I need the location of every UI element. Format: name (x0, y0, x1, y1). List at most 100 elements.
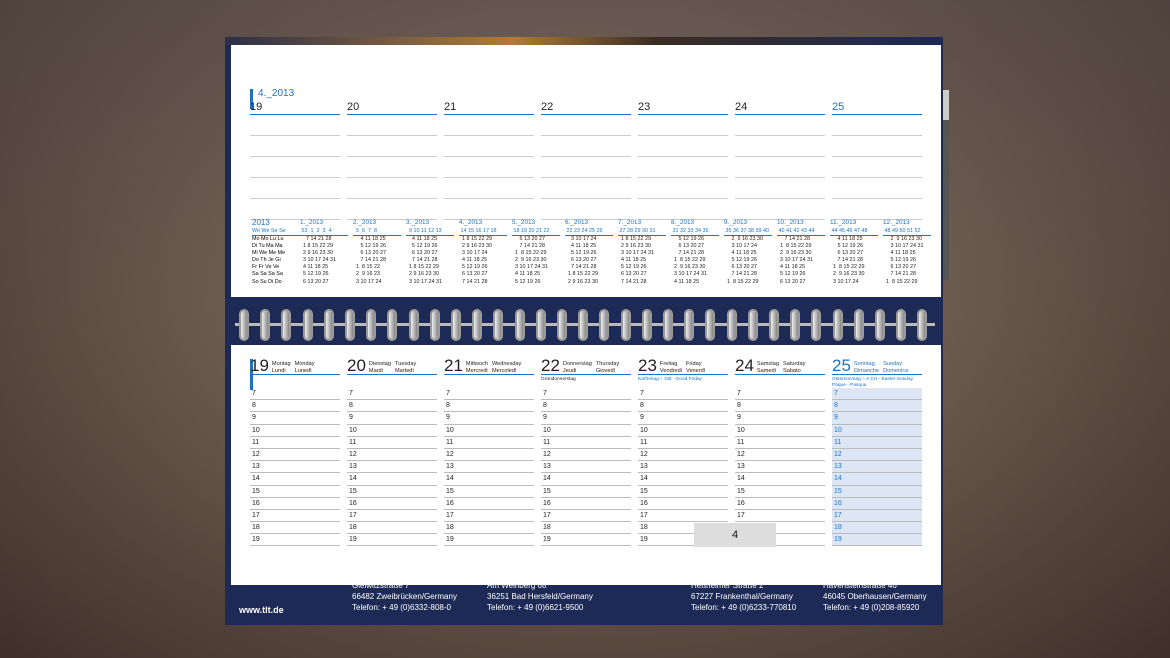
note-line[interactable] (638, 136, 728, 157)
hour-slot[interactable]: 10 (250, 425, 340, 437)
hour-slot[interactable]: 7 (638, 388, 728, 401)
hour-slot[interactable]: 9 (541, 412, 631, 425)
hour-slot[interactable]: 16 (735, 498, 825, 510)
hour-slot[interactable]: 14 (444, 473, 534, 486)
note-line[interactable] (541, 157, 631, 178)
hour-slot[interactable]: 11 (250, 437, 340, 449)
hour-slot[interactable]: 17 (541, 510, 631, 523)
hour-slot[interactable]: 8 (347, 400, 437, 413)
note-line[interactable] (832, 136, 922, 157)
hour-slot[interactable]: 9 (444, 412, 534, 425)
note-line[interactable] (638, 115, 728, 136)
note-line[interactable] (250, 157, 340, 178)
note-line[interactable] (347, 178, 437, 199)
hour-slot[interactable]: 7 (250, 388, 340, 401)
hour-slot[interactable]: 18 (347, 522, 437, 535)
hour-slot[interactable]: 14 (735, 473, 825, 486)
hour-slot[interactable]: 15 (541, 486, 631, 498)
hour-slot[interactable]: 12 (250, 449, 340, 462)
hour-slot[interactable]: 17 (250, 510, 340, 523)
hour-slot[interactable]: 10 (832, 424, 922, 437)
hour-slot[interactable]: 11 (832, 436, 922, 449)
hour-slot[interactable]: 10 (444, 425, 534, 437)
hour-slot[interactable]: 9 (735, 412, 825, 425)
note-line[interactable] (347, 199, 437, 220)
hour-slot[interactable]: 16 (250, 498, 340, 510)
hour-slot[interactable]: 19 (347, 534, 437, 547)
hour-slot[interactable]: 10 (638, 425, 728, 437)
hour-slot[interactable]: 12 (541, 449, 631, 462)
hour-slot[interactable]: 12 (444, 449, 534, 462)
hour-slot[interactable]: 7 (735, 388, 825, 401)
hour-slot[interactable]: 16 (347, 498, 437, 510)
hour-slot[interactable]: 15 (444, 486, 534, 498)
hour-slot[interactable]: 18 (541, 522, 631, 535)
hour-slot[interactable]: 9 (347, 412, 437, 425)
hour-slot[interactable]: 17 (735, 510, 825, 523)
hour-slot[interactable]: 12 (832, 448, 922, 462)
note-line[interactable] (735, 178, 825, 199)
hour-slot[interactable]: 18 (250, 522, 340, 535)
hour-slot[interactable]: 9 (250, 412, 340, 425)
hour-slot[interactable]: 13 (444, 461, 534, 474)
note-line[interactable] (444, 199, 534, 220)
note-line[interactable] (541, 136, 631, 157)
note-line[interactable] (444, 136, 534, 157)
hour-slot[interactable]: 13 (638, 461, 728, 474)
hour-slot[interactable]: 8 (735, 400, 825, 413)
note-line[interactable] (347, 157, 437, 178)
hour-slot[interactable]: 17 (444, 510, 534, 523)
hour-slot[interactable]: 11 (541, 437, 631, 449)
note-line[interactable] (735, 157, 825, 178)
note-line[interactable] (444, 157, 534, 178)
hour-slot[interactable]: 19 (250, 534, 340, 547)
note-line[interactable] (832, 199, 922, 220)
note-line[interactable] (541, 178, 631, 199)
hour-slot[interactable]: 7 (541, 388, 631, 401)
hour-slot[interactable]: 12 (735, 449, 825, 462)
hour-slot[interactable]: 7 (832, 388, 922, 401)
note-line[interactable] (250, 136, 340, 157)
hour-slot[interactable]: 9 (832, 412, 922, 425)
note-line[interactable] (735, 199, 825, 220)
hour-slot[interactable]: 11 (735, 437, 825, 449)
hour-slot[interactable]: 8 (250, 400, 340, 413)
hour-slot[interactable]: 17 (832, 509, 922, 523)
hour-slot[interactable]: 10 (541, 425, 631, 437)
note-line[interactable] (444, 115, 534, 136)
note-line[interactable] (638, 178, 728, 199)
hour-slot[interactable]: 17 (638, 510, 728, 523)
hour-slot[interactable]: 8 (832, 400, 922, 413)
hour-slot[interactable]: 18 (832, 522, 922, 535)
note-line[interactable] (541, 199, 631, 220)
hour-slot[interactable]: 16 (832, 497, 922, 510)
hour-slot[interactable]: 17 (347, 510, 437, 523)
hour-slot[interactable]: 13 (832, 461, 922, 474)
website-link[interactable]: www.tlt.de (239, 605, 284, 615)
hour-slot[interactable]: 13 (735, 461, 825, 474)
hour-slot[interactable]: 10 (735, 425, 825, 437)
hour-slot[interactable]: 14 (638, 473, 728, 486)
hour-slot[interactable]: 11 (638, 437, 728, 449)
hour-slot[interactable]: 14 (347, 473, 437, 486)
note-line[interactable] (347, 136, 437, 157)
hour-slot[interactable]: 13 (250, 461, 340, 474)
hour-slot[interactable]: 19 (832, 534, 922, 547)
hour-slot[interactable]: 15 (832, 485, 922, 498)
note-line[interactable] (250, 178, 340, 199)
hour-slot[interactable]: 15 (735, 486, 825, 498)
hour-slot[interactable]: 8 (541, 400, 631, 413)
hour-slot[interactable]: 10 (347, 425, 437, 437)
note-line[interactable] (832, 178, 922, 199)
hour-slot[interactable]: 19 (444, 534, 534, 547)
hour-slot[interactable]: 11 (444, 437, 534, 449)
hour-slot[interactable]: 12 (347, 449, 437, 462)
hour-slot[interactable]: 7 (444, 388, 534, 401)
note-line[interactable] (250, 115, 340, 136)
hour-slot[interactable]: 9 (638, 412, 728, 425)
hour-slot[interactable]: 18 (444, 522, 534, 535)
hour-slot[interactable]: 14 (832, 473, 922, 486)
note-line[interactable] (735, 115, 825, 136)
hour-slot[interactable]: 15 (347, 486, 437, 498)
note-line[interactable] (444, 178, 534, 199)
